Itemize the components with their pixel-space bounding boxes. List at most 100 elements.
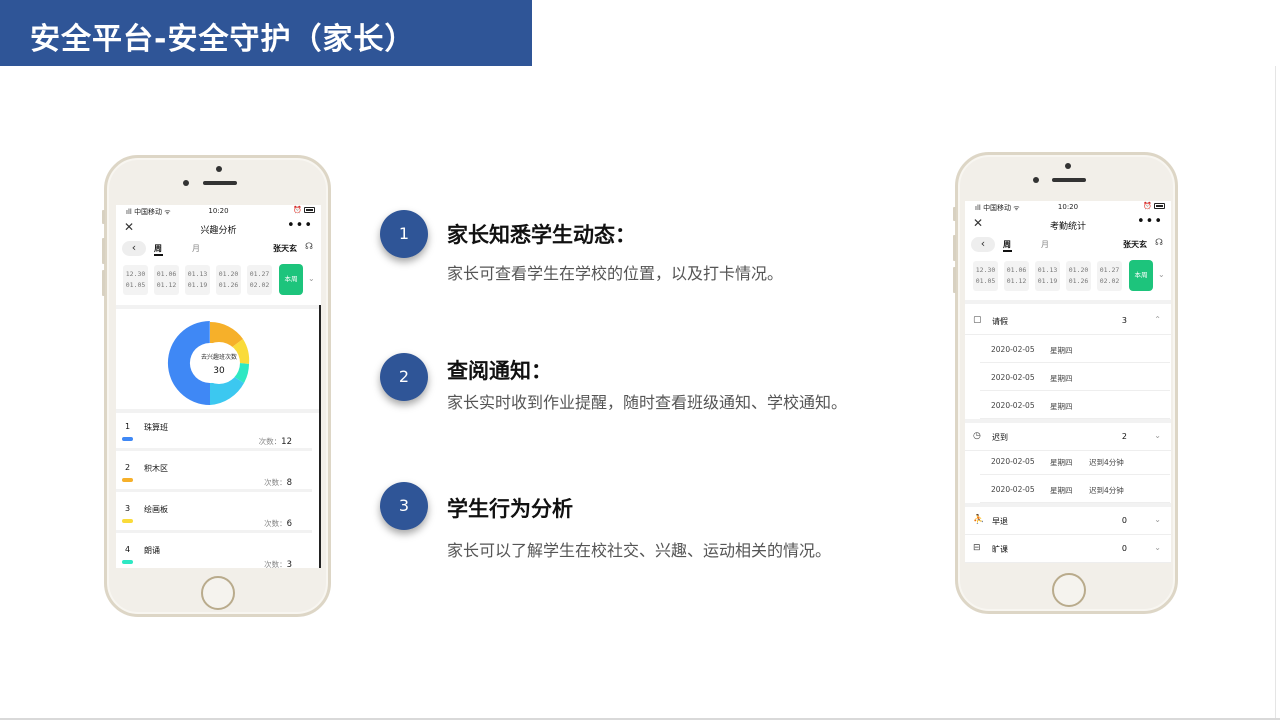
item-count: 次数：6 (264, 519, 292, 529)
close-icon[interactable]: ✕ (124, 220, 134, 234)
this-week-button[interactable]: 本周 (1129, 260, 1153, 291)
week-chip[interactable]: 01.27 02.02 (1097, 261, 1122, 291)
phone-side-button (953, 267, 956, 293)
phone-speaker (1052, 178, 1086, 182)
student-name[interactable]: 张天玄 (273, 243, 297, 254)
week-chip[interactable]: 01.13 01.19 (1035, 261, 1060, 291)
status-bar: ıll 中国移动 ᯤ 10:20 ⏰ (965, 201, 1171, 213)
interest-item[interactable]: 1 珠算班 次数：12 (116, 414, 312, 451)
running-icon: ⛹ (973, 515, 985, 525)
clock-icon: ◷ (973, 431, 981, 441)
page-title: 兴趣分析 (200, 226, 237, 236)
item-name: 朗诵 (144, 546, 160, 555)
status-right: ⏰ (1143, 202, 1165, 210)
feature-title: 家长知悉学生动态： (447, 223, 636, 247)
late-record: 2020-02-05 星期四 迟到4分钟 (980, 447, 1170, 475)
interest-item[interactable]: 2 积木区 次数：8 (116, 455, 312, 492)
phone-side-button (102, 210, 105, 224)
status-right: ⏰ (293, 206, 315, 214)
feature-2: 2 查阅通知： 家长实时收到作业提醒，随时查看班级通知、学校通知。 (380, 353, 940, 433)
interest-item[interactable]: 4 朗诵 次数：3 (116, 537, 312, 568)
interest-donut-chart: 去兴趣班次数 30 (167, 321, 250, 406)
interest-item[interactable]: 3 绘画板 次数：6 (116, 496, 312, 533)
early-leave-row[interactable]: ⛹ 早退 0 ⌄ (965, 507, 1171, 535)
signal-icon: ıll (126, 208, 135, 216)
feature-number-badge: 3 (380, 482, 428, 530)
item-color-bar (122, 519, 133, 523)
feature-title: 查阅通知： (447, 359, 552, 383)
calendar-icon: ▢ (973, 315, 982, 325)
tab-month[interactable]: 月 (192, 243, 200, 254)
chevron-down-icon: ⌄ (1154, 431, 1161, 440)
week-chip[interactable]: 12.30 01.05 (973, 261, 998, 291)
feature-description: 家长实时收到作业提醒，随时查看班级通知、学校通知。 (447, 393, 848, 412)
week-chip[interactable]: 01.27 02.02 (247, 265, 272, 295)
alarm-icon: ⏰ (293, 206, 302, 214)
week-chip[interactable]: 01.06 01.12 (154, 265, 179, 295)
tab-week[interactable]: 周 (1003, 239, 1012, 252)
section-divider (116, 409, 321, 413)
feature-title: 学生行为分析 (447, 497, 573, 521)
item-color-bar (122, 560, 133, 564)
week-chip[interactable]: 01.20 01.26 (1066, 261, 1091, 291)
desk-icon: ⊟ (973, 543, 981, 553)
absent-row[interactable]: ⊟ 旷课 0 ⌄ (965, 535, 1171, 563)
chevron-down-icon[interactable]: ⌄ (308, 274, 315, 283)
switch-student-icon[interactable]: ☊ (305, 242, 313, 252)
section-divider (965, 300, 1171, 304)
feature-number-badge: 1 (380, 210, 428, 258)
week-selector: 12.30 01.05 01.06 01.12 01.13 01.19 01.20 01… (965, 257, 1171, 295)
nav-bar: ✕ 考勤统计 ••• (965, 213, 1171, 235)
week-chip[interactable]: 01.20 01.26 (216, 265, 241, 295)
week-chip[interactable]: 01.13 01.19 (185, 265, 210, 295)
more-icon[interactable]: ••• (287, 218, 313, 233)
home-button[interactable] (201, 576, 235, 610)
right-divider (1275, 66, 1276, 718)
chevron-down-icon[interactable]: ⌄ (1158, 270, 1165, 279)
close-icon[interactable]: ✕ (973, 216, 983, 230)
leave-record: 2020-02-05 星期四 (980, 335, 1170, 363)
chevron-down-icon: ⌄ (1154, 515, 1161, 524)
leave-record: 2020-02-05 星期四 (980, 391, 1170, 419)
leave-row[interactable]: ▢ 请假 3 ⌃ (965, 307, 1171, 335)
week-chip[interactable]: 01.06 01.12 (1004, 261, 1029, 291)
more-icon[interactable]: ••• (1137, 214, 1163, 229)
item-color-bar (122, 478, 133, 482)
battery-icon (304, 207, 315, 213)
switch-student-icon[interactable]: ☊ (1155, 238, 1163, 248)
signal-icon: ıll (975, 204, 984, 212)
phone-sensor (216, 166, 222, 172)
phone-side-button (953, 235, 956, 261)
back-button[interactable]: ‹ (971, 237, 995, 252)
item-name: 珠算班 (144, 423, 168, 432)
status-time: 10:20 (208, 207, 229, 215)
feature-number-badge: 2 (380, 353, 428, 401)
tab-week[interactable]: 周 (154, 243, 163, 256)
week-chip[interactable]: 12.30 01.05 (123, 265, 148, 295)
item-name: 绘画板 (144, 505, 168, 514)
bottom-divider (0, 718, 1280, 720)
slide-title-bar: 安全平台-安全守护（家长） (0, 0, 532, 66)
wifi-icon: ᯤ (1013, 204, 1020, 212)
phone-side-button (102, 270, 105, 296)
period-tabs: ‹ 周 月 张天玄 ☊ (965, 235, 1171, 255)
feature-description: 家长可以了解学生在校社交、兴趣、运动相关的情况。 (447, 541, 832, 560)
status-bar: ıll 中国移动 ᯤ 10:20 ⏰ (116, 205, 321, 217)
donut-value: 30 (213, 366, 225, 376)
item-name: 积木区 (144, 464, 168, 473)
item-color-bar (122, 437, 133, 441)
right-phone-frame: ıll 中国移动 ᯤ 10:20 ⏰ ✕ 考勤统计 ••• ‹ 周 月 张天玄 … (953, 152, 1178, 614)
carrier-label: ıll 中国移动 ᯤ (975, 204, 1020, 212)
slide-title: 安全平台-安全守护（家长） (30, 22, 416, 57)
donut-label: 去兴趣班次数 (201, 353, 237, 361)
home-button[interactable] (1052, 573, 1086, 607)
item-rank: 3 (125, 504, 131, 513)
this-week-button[interactable]: 本周 (279, 264, 303, 295)
scroll-edge (319, 305, 321, 568)
student-name[interactable]: 张天玄 (1123, 239, 1147, 250)
back-button[interactable]: ‹ (122, 241, 146, 256)
phone-side-button (953, 207, 956, 221)
battery-icon (1154, 203, 1165, 209)
item-count: 次数：8 (264, 478, 292, 488)
tab-month[interactable]: 月 (1041, 239, 1049, 250)
